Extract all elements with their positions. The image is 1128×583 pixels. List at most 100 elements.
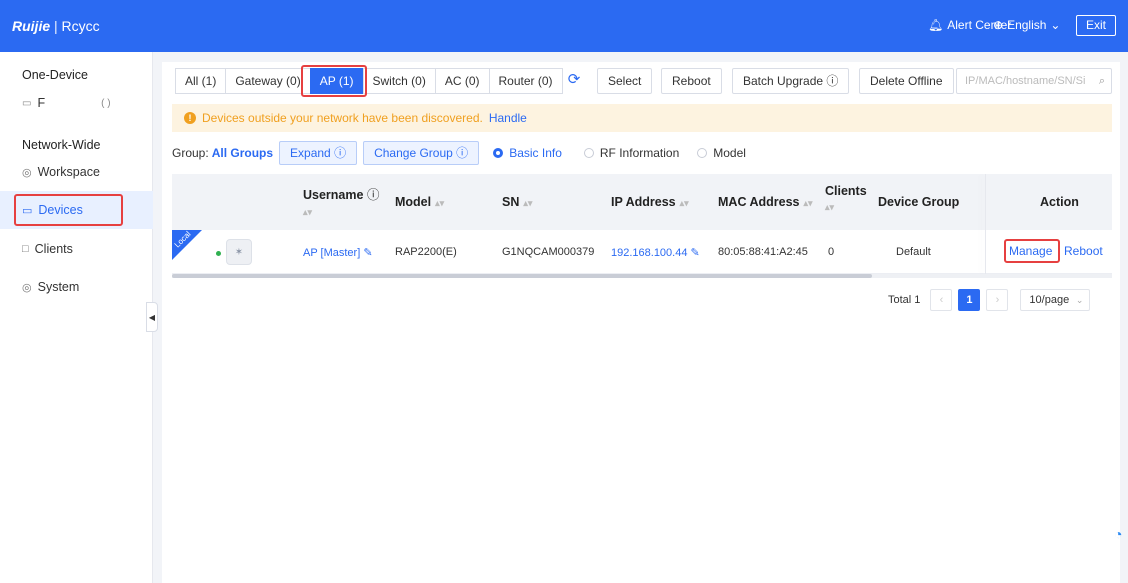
table-row: Local ✶ AP [Master] ✎ RAP2200(E) G1NQCAM… bbox=[172, 230, 1112, 274]
main-content: All (1) Gateway (0) AP (1) Switch (0) AC… bbox=[162, 52, 1128, 583]
page-size-select[interactable]: 10/page ⌄ bbox=[1020, 289, 1091, 311]
view-rf-information-radio[interactable]: RF Information bbox=[583, 146, 679, 160]
devices-icon: ▭ bbox=[22, 204, 33, 217]
assistant-float-icon[interactable]: ◔ bbox=[1114, 526, 1128, 552]
tab-ap-highlight-box bbox=[301, 65, 367, 97]
th-label: IP Address bbox=[611, 195, 676, 209]
radio-circle bbox=[697, 148, 708, 158]
sidebar: One-Device ▭ F ( ) Network-Wide ◎ Worksp… bbox=[0, 52, 153, 583]
group-value[interactable]: All Groups bbox=[212, 146, 273, 160]
th-label: Username bbox=[303, 188, 364, 202]
sidebar-item-system[interactable]: ◎ System bbox=[22, 280, 79, 294]
language-select[interactable]: ⊕ English ⌄ bbox=[993, 18, 1060, 32]
tab-ac[interactable]: AC (0) bbox=[434, 68, 490, 94]
system-icon: ◎ bbox=[22, 281, 32, 294]
next-page-button[interactable]: › bbox=[986, 289, 1009, 311]
handle-link[interactable]: Handle bbox=[489, 104, 527, 132]
view-basic-info-radio[interactable]: Basic Info bbox=[493, 146, 562, 160]
device-table-header: Username ⓘ ▴▾ Model ▴▾ SN ▴▾ IP Address ▴▾ … bbox=[172, 174, 1112, 230]
language-label: English bbox=[1007, 18, 1047, 32]
chevron-down-icon: ⌄ bbox=[1075, 295, 1084, 305]
globe-icon: ⊕ bbox=[993, 18, 1004, 32]
sidebar-item-label: System bbox=[37, 280, 80, 294]
tab-router[interactable]: Router (0) bbox=[488, 68, 563, 94]
logo-sub: Rcycc bbox=[61, 18, 100, 34]
group-toolbar: Group: All Groups Expand ⓘ Change Group … bbox=[172, 140, 746, 166]
help-icon: ⓘ bbox=[366, 188, 380, 202]
ip-text: 192.168.100.44 bbox=[611, 247, 688, 259]
page-size-value: 10/page bbox=[1029, 294, 1070, 306]
sort-icon: ▴▾ bbox=[523, 198, 533, 208]
device-icon: ▭ bbox=[22, 97, 32, 109]
tab-all[interactable]: All (1) bbox=[175, 68, 227, 94]
sidebar-item-workspace[interactable]: ◎ Workspace bbox=[22, 165, 100, 179]
sidebar-item-devices[interactable]: ▭ Devices bbox=[22, 203, 83, 217]
reboot-button[interactable]: Reboot bbox=[661, 68, 722, 94]
sort-icon: ▴▾ bbox=[303, 207, 313, 217]
manage-link[interactable]: Manage bbox=[1009, 244, 1052, 258]
sidebar-item-label: Workspace bbox=[37, 165, 100, 179]
cell-mac-address: 80:05:88:41:A2:45 bbox=[718, 246, 808, 258]
cell-model: RAP2200(E) bbox=[395, 246, 457, 258]
refresh-icon[interactable]: ⟳ bbox=[565, 71, 583, 89]
sidebar-section-network-wide: Network-Wide bbox=[22, 138, 101, 152]
warning-icon: ! bbox=[184, 112, 196, 124]
notice-text: Devices outside your network have been d… bbox=[202, 111, 483, 125]
username-text: AP [Master] bbox=[303, 247, 361, 259]
change-group-button[interactable]: Change Group ⓘ bbox=[363, 141, 480, 165]
help-icon: ⓘ bbox=[456, 146, 469, 160]
search-input[interactable]: IP/MAC/hostname/SN/Si ⌕ bbox=[956, 68, 1112, 94]
sort-icon: ▴▾ bbox=[825, 202, 835, 212]
prev-page-button[interactable]: ‹ bbox=[930, 289, 953, 311]
radio-circle bbox=[583, 148, 594, 158]
th-ip-address[interactable]: IP Address ▴▾ bbox=[611, 195, 689, 209]
th-label: SN bbox=[502, 195, 520, 209]
sort-icon: ▴▾ bbox=[803, 198, 813, 208]
search-placeholder: IP/MAC/hostname/SN/Si bbox=[965, 75, 1086, 87]
th-mac-address[interactable]: MAC Address ▴▾ bbox=[718, 195, 813, 209]
cell-device-group: Default bbox=[896, 246, 931, 258]
current-page[interactable]: 1 bbox=[958, 289, 981, 311]
radio-label: Basic Info bbox=[509, 146, 562, 160]
th-device-group: Device Group bbox=[878, 195, 960, 209]
pager-total: Total 1 bbox=[888, 294, 921, 306]
th-label: MAC Address bbox=[718, 195, 800, 209]
view-model-radio[interactable]: Model bbox=[697, 146, 746, 160]
cell-username[interactable]: AP [Master] ✎ bbox=[303, 246, 373, 259]
batch-upgrade-button[interactable]: Batch Upgrade ⓘ bbox=[732, 68, 850, 94]
radio-label: Model bbox=[713, 146, 746, 160]
change-group-label: Change Group bbox=[374, 146, 453, 160]
expand-label: Expand bbox=[290, 146, 331, 160]
th-clients[interactable]: Clients ▴▾ bbox=[825, 184, 867, 213]
th-label: Model bbox=[395, 195, 432, 209]
top-bar: Ruijie | Rcycc 🔔︎ Alert Center ⊕ English… bbox=[0, 0, 1128, 52]
collapse-sidebar-button[interactable]: ◀ bbox=[146, 302, 158, 332]
reboot-link[interactable]: Reboot bbox=[1064, 244, 1103, 258]
chevron-down-icon: ⌄ bbox=[1050, 18, 1061, 32]
edit-icon[interactable]: ✎ bbox=[363, 247, 372, 259]
sidebar-item-clients[interactable]: □ Clients bbox=[22, 242, 73, 256]
tab-gateway[interactable]: Gateway (0) bbox=[225, 68, 311, 94]
edit-icon[interactable]: ✎ bbox=[691, 247, 700, 259]
th-model[interactable]: Model ▴▾ bbox=[395, 195, 444, 209]
th-username[interactable]: Username ⓘ ▴▾ bbox=[303, 184, 379, 218]
exit-button[interactable]: Exit bbox=[1076, 15, 1116, 36]
horizontal-scrollbar[interactable] bbox=[172, 274, 872, 278]
sort-icon: ▴▾ bbox=[679, 198, 689, 208]
delete-offline-button[interactable]: Delete Offline bbox=[859, 68, 954, 94]
tab-switch[interactable]: Switch (0) bbox=[362, 68, 436, 94]
cell-ip-address[interactable]: 192.168.100.44 ✎ bbox=[611, 246, 700, 259]
expand-button[interactable]: Expand ⓘ bbox=[279, 141, 358, 165]
th-sn[interactable]: SN ▴▾ bbox=[502, 195, 532, 209]
brand-logo[interactable]: Ruijie | Rcycc bbox=[12, 18, 100, 34]
device-name: F bbox=[37, 96, 46, 110]
bell-icon: 🔔︎ bbox=[928, 18, 944, 32]
sort-icon: ▴▾ bbox=[435, 198, 445, 208]
sidebar-item-label: Devices bbox=[38, 203, 83, 217]
pagination: Total 1 ‹ 1 › 10/page ⌄ bbox=[888, 288, 1091, 312]
device-type-tabs: All (1) Gateway (0) AP (1) Switch (0) AC… bbox=[175, 68, 563, 94]
batch-upgrade-label: Batch Upgrade bbox=[743, 74, 824, 88]
sidebar-device-item[interactable]: ▭ F ( ) bbox=[22, 96, 111, 110]
help-icon: ⓘ bbox=[826, 74, 839, 88]
select-button[interactable]: Select bbox=[597, 68, 653, 94]
